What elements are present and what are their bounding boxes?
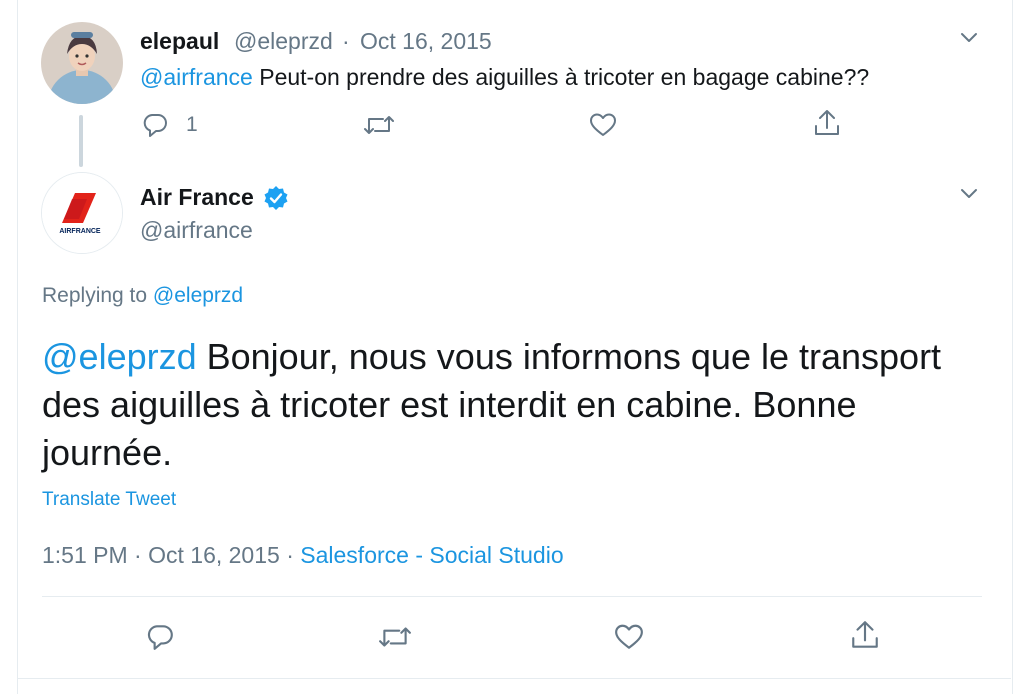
tweet-metadata: 1:51 PM · Oct 16, 2015 · Salesforce - So…: [42, 540, 564, 570]
tweet-time[interactable]: 1:51 PM: [42, 542, 128, 568]
main-retweet-button[interactable]: [378, 620, 412, 654]
parent-reply-button[interactable]: [138, 108, 172, 142]
reply-icon: [141, 111, 169, 139]
replying-to: Replying to @eleprzd: [42, 282, 243, 310]
reply-icon: [145, 622, 175, 652]
parent-author-name[interactable]: elepaul: [140, 27, 219, 55]
main-more-button[interactable]: [958, 182, 980, 204]
parent-share-button[interactable]: [810, 106, 844, 140]
thread-connector-line: [79, 115, 83, 167]
translate-tweet-link[interactable]: Translate Tweet: [42, 487, 176, 513]
parent-date[interactable]: Oct 16, 2015: [360, 27, 492, 55]
main-share-button[interactable]: [848, 618, 882, 652]
parent-separator: ·: [342, 28, 350, 54]
parent-author-handle[interactable]: @eleprzd: [234, 27, 333, 55]
replying-handle-link[interactable]: @eleprzd: [153, 284, 243, 307]
parent-like-button[interactable]: [586, 108, 620, 142]
main-like-button[interactable]: [612, 620, 646, 654]
meta-separator-2: ·: [279, 542, 301, 568]
main-author-name[interactable]: Air France: [140, 182, 254, 212]
like-icon: [589, 111, 617, 139]
parent-retweet-button[interactable]: [362, 108, 396, 142]
main-author-handle[interactable]: @airfrance: [140, 215, 253, 245]
parent-more-button[interactable]: [958, 26, 980, 48]
action-bar-divider: [42, 596, 982, 597]
meta-separator-1: ·: [127, 542, 149, 568]
elepaul-avatar[interactable]: [41, 22, 123, 104]
tweet-date[interactable]: Oct 16, 2015: [148, 542, 280, 568]
retweet-icon: [363, 111, 395, 139]
retweet-icon: [378, 622, 412, 652]
share-icon: [850, 619, 880, 651]
chevron-down-icon: [958, 182, 980, 204]
main-mention-link[interactable]: @eleprzd: [42, 336, 197, 377]
parent-mention-link[interactable]: @airfrance: [140, 64, 253, 90]
parent-reply-count: 1: [186, 113, 198, 136]
replying-label: Replying to: [42, 284, 153, 307]
parent-tweet-text: @airfrance Peut-on prendre des aiguilles…: [140, 63, 869, 91]
next-tweet-edge: [17, 678, 1011, 695]
airfrance-avatar[interactable]: AIRFRANCE: [41, 172, 123, 254]
share-icon: [813, 108, 841, 138]
like-icon: [614, 622, 644, 652]
verified-badge-icon: [262, 184, 290, 212]
main-reply-button[interactable]: [143, 620, 177, 654]
main-tweet-text: @eleprzd Bonjour, nous vous informons qu…: [42, 333, 982, 477]
parent-text-body: Peut-on prendre des aiguilles à tricoter…: [252, 64, 870, 90]
tweet-source-link[interactable]: Salesforce - Social Studio: [300, 542, 563, 568]
airfrance-logo-text: AIRFRANCE: [59, 228, 101, 235]
chevron-down-icon: [958, 26, 980, 48]
